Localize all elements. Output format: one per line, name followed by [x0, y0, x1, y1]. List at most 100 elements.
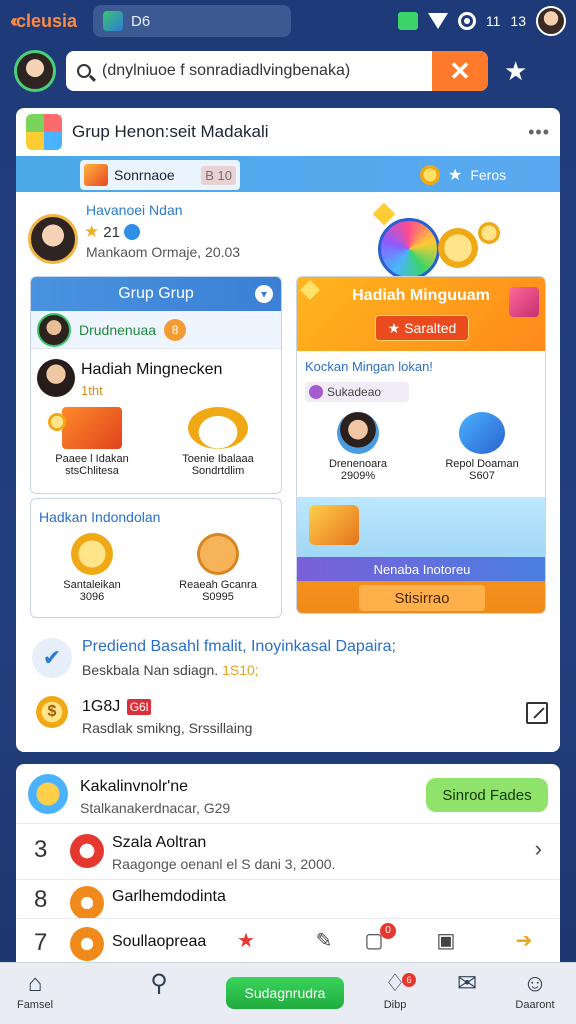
reward-item-label: Toenie Ibalaaa — [182, 453, 254, 465]
nav-shop[interactable]: ♢ 6 Dibp — [360, 969, 430, 1011]
candy-spiral-icon — [378, 218, 440, 280]
character-face-icon — [197, 533, 239, 575]
notification-title: Prediend Basahl fmalit, Inoyinkasal Dapa… — [82, 638, 396, 655]
home-icon: ⌂ — [27, 970, 43, 997]
tab-favorites[interactable]: ★ Feros — [420, 160, 560, 190]
card-title: Grup Henon:seit Madakali — [72, 122, 269, 141]
promo-caption: Nenaba Inotoreu — [297, 557, 545, 581]
reward-item-sub: stsChlitesa — [65, 465, 119, 477]
search-icon[interactable] — [66, 51, 102, 91]
search-row: ✕ ★ — [0, 46, 576, 96]
card-header: Grup Henon:seit Madakali ••• — [16, 108, 560, 156]
check-icon[interactable]: ✔ — [32, 638, 72, 678]
profile-icon: ☺ — [522, 970, 548, 997]
profile-level-value: 21 — [103, 223, 120, 241]
notification-highlight: 1S10; — [222, 662, 259, 678]
reward-count: 1tht — [81, 383, 103, 398]
notification-icon[interactable]: ▢ 0 — [362, 923, 396, 953]
weekly-reward-panel: Hadiah Minguuam ★ Saralted Kockan Mingan… — [296, 276, 546, 614]
favorite-star-icon[interactable]: ★ — [504, 56, 527, 87]
category-chip[interactable]: Sukadeao — [305, 382, 409, 402]
more-options-icon[interactable]: ••• — [528, 122, 550, 143]
clear-search-button[interactable]: ✕ — [432, 51, 488, 91]
coin-value: 1G8J — [82, 698, 121, 715]
reward-title: Hadiah Mingnecken — [81, 361, 223, 378]
nav-home[interactable]: ⌂ Famsel — [0, 969, 70, 1011]
search-icon: ⚲ — [150, 970, 168, 997]
promo-button[interactable]: Stisirrao — [359, 585, 485, 611]
shop-badge: 6 — [402, 973, 416, 987]
send-button[interactable]: Sinrod Fades — [426, 778, 548, 812]
group-avatar — [28, 774, 68, 814]
stars-icon: ★ — [237, 930, 255, 952]
notification-sub: Beskbala Nan sdiagn. 1S10; — [82, 662, 259, 678]
top-bar: ‹‹ cleusia D6 11 13 — [0, 0, 576, 42]
chevron-down-icon[interactable]: ▾ — [255, 285, 273, 303]
list-item[interactable]: 3 Szala Aoltran Raagonge oenanl el S dan… — [16, 824, 560, 880]
tab-active-label: Sonrnaoe — [114, 167, 175, 183]
reward-item[interactable]: Santaleikan 3096 — [31, 533, 153, 603]
user-avatar[interactable] — [14, 50, 56, 92]
bag-icon: ♢ — [384, 970, 406, 997]
banner-button[interactable]: ★ Saralted — [375, 315, 469, 341]
star-icon: ★ — [387, 319, 401, 336]
promo-banner: Nenaba Inotoreu Stisirrao — [297, 497, 545, 613]
reward-item-sub: Sondrtdlim — [191, 465, 245, 477]
back-chevron-icon[interactable]: ‹‹ — [10, 11, 18, 32]
group-card: Grup Henon:seit Madakali ••• Sonrnaoe B … — [16, 108, 560, 752]
star-icon: ★ — [84, 222, 100, 241]
edit-icon[interactable] — [526, 702, 548, 724]
account-avatar[interactable] — [536, 6, 566, 36]
reward-item-label: Drenenoara — [328, 458, 388, 470]
group-panel-title: Grup Grup — [118, 285, 194, 302]
search-box: ✕ — [66, 51, 488, 91]
search-input[interactable] — [102, 62, 432, 80]
rank-number: 3 — [34, 836, 48, 863]
rank-number: 8 — [34, 886, 48, 913]
image-icon[interactable]: ▣ — [434, 929, 458, 953]
notification-row[interactable]: ✔ Prediend Basahl fmalit, Inoyinkasal Da… — [30, 636, 550, 686]
profile-name[interactable]: Havanoei Ndan — [86, 202, 183, 218]
reward-items: Paaee l Idakan stsChlitesa Toenie Ibalaa… — [31, 407, 281, 493]
reward-item-label: Repol Doaman — [445, 458, 519, 470]
reward-item[interactable]: Paaee l Idakan stsChlitesa — [31, 407, 153, 477]
rank-number: 7 — [34, 929, 48, 956]
coin-stack-icon — [71, 533, 113, 575]
wifi-icon — [427, 13, 448, 29]
hadkan-panel-title: Hadkan Indondolan — [39, 509, 161, 525]
reward-item[interactable]: Drenenoara 2909% — [297, 412, 419, 482]
reward-item[interactable]: Repol Doaman S607 — [421, 412, 543, 482]
profile-meta: Mankaom Ormaje, 20.03 — [86, 244, 241, 260]
nav-cta-button[interactable]: Sudagnrudra — [226, 977, 344, 1009]
nav-profile-label: Daaront — [515, 999, 555, 1011]
item-avatar — [70, 834, 104, 868]
coin-icon — [438, 228, 478, 268]
status-area: 11 13 — [397, 6, 566, 36]
gift-icon — [509, 287, 539, 317]
tab-active[interactable]: Sonrnaoe B 10 — [80, 160, 240, 190]
brand-logo[interactable]: ‹‹ cleusia — [10, 11, 77, 32]
nav-mail[interactable]: ✉ — [432, 969, 502, 999]
profile-avatar[interactable] — [28, 214, 78, 264]
chevron-right-icon[interactable]: › — [535, 836, 542, 862]
list-item[interactable]: Drudnenuaa 8 — [31, 311, 281, 349]
nav-home-label: Famsel — [16, 999, 54, 1011]
reward-item-sub: 3096 — [79, 591, 105, 603]
nav-profile[interactable]: ☺ Daaront — [500, 969, 570, 1011]
list-item[interactable]: 8 Garlhemdodinta — [16, 880, 560, 920]
pencil-icon[interactable]: ✎ — [312, 929, 336, 953]
gift-icon — [48, 407, 122, 449]
reward-item[interactable]: Reaeah Gcanra S0995 — [157, 533, 279, 603]
item-avatar — [70, 927, 104, 961]
forward-icon[interactable]: ➔ — [512, 929, 536, 953]
reward-item[interactable]: Toenie Ibalaaa Sondrtdlim — [157, 407, 279, 477]
browser-tab[interactable]: D6 — [93, 5, 292, 37]
coin-balance: 1G8J G6l — [82, 698, 152, 716]
list-item[interactable]: Hadiah Mingnecken 1tht — [31, 349, 281, 407]
activity-title: Kakalinvnolr'ne — [80, 778, 189, 795]
group-panel-header[interactable]: Grup Grup ▾ — [31, 277, 281, 311]
activity-sub: Stalkanakerdnacar, G29 — [80, 800, 231, 816]
app-status-icon — [397, 12, 418, 30]
nav-search[interactable]: ⚲ — [124, 969, 194, 999]
star-icon: ★ — [448, 167, 463, 184]
